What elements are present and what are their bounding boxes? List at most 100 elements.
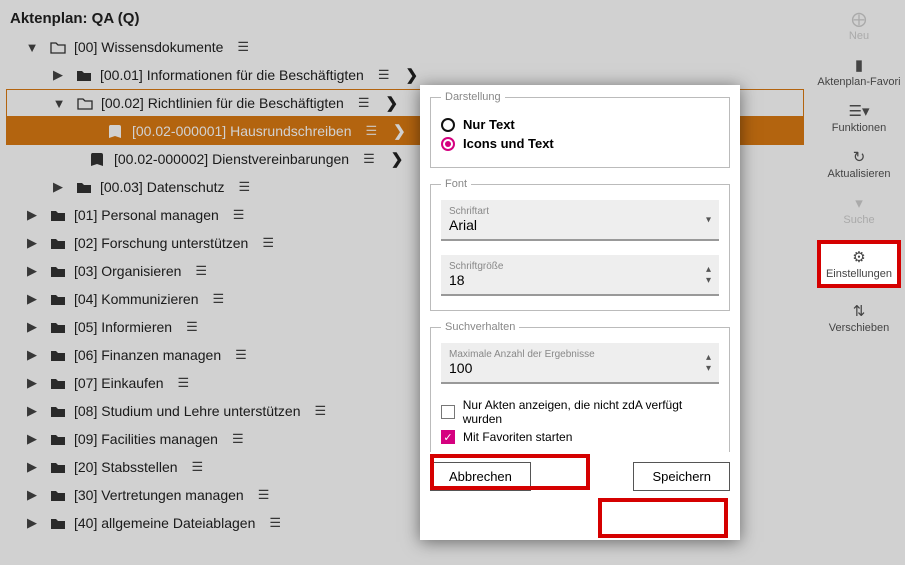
folder-icon bbox=[50, 265, 68, 278]
field-label: Maximale Anzahl der Ergebnisse bbox=[449, 349, 711, 360]
stepper-icon[interactable]: ▴▾ bbox=[706, 352, 711, 374]
field-label: Schriftgröße bbox=[449, 261, 711, 272]
action-aktualisieren[interactable]: ↻ Aktualisieren bbox=[828, 148, 891, 180]
arrow-right-icon[interactable]: ❯ bbox=[406, 66, 419, 84]
list-icon: ☰▾ bbox=[849, 102, 870, 120]
radio-label: Nur Text bbox=[463, 117, 515, 132]
tree-label: [01] Personal managen bbox=[74, 207, 219, 223]
folder-icon bbox=[76, 181, 94, 194]
schriftart-select[interactable]: Schriftart Arial ▾ bbox=[441, 200, 719, 241]
folder-outline-icon bbox=[77, 97, 95, 110]
hamburger-icon[interactable]: ☰ bbox=[363, 151, 375, 167]
settings-dialog: Darstellung Nur Text Icons und Text Font… bbox=[420, 85, 740, 540]
chevron-down-icon[interactable]: ▼ bbox=[47, 96, 71, 111]
save-button[interactable]: Speichern bbox=[633, 462, 730, 491]
hamburger-icon[interactable]: ☰ bbox=[378, 67, 390, 83]
folder-icon bbox=[50, 293, 68, 306]
tree-label: [00.03] Datenschutz bbox=[100, 179, 225, 195]
checkbox-label: Nur Akten anzeigen, die nicht zdA verfüg… bbox=[463, 398, 719, 426]
filter-icon: ▾ bbox=[855, 194, 863, 212]
chevron-right-icon[interactable]: ▶ bbox=[20, 207, 44, 223]
tree-label: [03] Organisieren bbox=[74, 263, 181, 279]
page-title: Aktenplan: QA (Q) bbox=[6, 8, 810, 33]
book-icon bbox=[90, 152, 108, 167]
chevron-right-icon[interactable]: ▶ bbox=[46, 67, 70, 83]
schriftgroesse-input[interactable]: Schriftgröße 18 ▴▾ bbox=[441, 255, 719, 296]
chevron-right-icon[interactable]: ▶ bbox=[20, 487, 44, 503]
hamburger-icon[interactable]: ☰ bbox=[239, 179, 251, 195]
max-ergebnisse-input[interactable]: Maximale Anzahl der Ergebnisse 100 ▴▾ bbox=[441, 343, 719, 384]
side-actions: ⨁ Neu ▮ Aktenplan-Favori ☰▾ Funktionen ↻… bbox=[813, 10, 905, 334]
action-neu[interactable]: ⨁ Neu bbox=[849, 10, 869, 42]
hamburger-icon[interactable]: ☰ bbox=[233, 207, 245, 223]
hamburger-icon[interactable]: ☰ bbox=[178, 375, 190, 391]
chevron-right-icon[interactable]: ▶ bbox=[20, 375, 44, 391]
field-label: Schriftart bbox=[449, 206, 711, 217]
chevron-right-icon[interactable]: ▶ bbox=[46, 179, 70, 195]
hamburger-icon[interactable]: ☰ bbox=[358, 95, 370, 111]
hamburger-icon[interactable]: ☰ bbox=[232, 431, 244, 447]
tree-label: [02] Forschung unterstützen bbox=[74, 235, 248, 251]
checkbox-icon: ✓ bbox=[441, 430, 455, 444]
hamburger-icon[interactable]: ☰ bbox=[314, 403, 326, 419]
chevron-right-icon[interactable]: ▶ bbox=[20, 263, 44, 279]
radio-icon bbox=[441, 118, 455, 132]
tree-label: [07] Einkaufen bbox=[74, 375, 164, 391]
action-label: Suche bbox=[843, 214, 874, 226]
plus-circle-icon: ⨁ bbox=[852, 10, 867, 28]
chevron-right-icon[interactable]: ▶ bbox=[20, 515, 44, 531]
tree-label: [05] Informieren bbox=[74, 319, 172, 335]
action-favoriten[interactable]: ▮ Aktenplan-Favori bbox=[817, 56, 900, 88]
chevron-right-icon[interactable]: ▶ bbox=[20, 319, 44, 335]
folder-outline-icon bbox=[50, 41, 68, 54]
action-verschieben[interactable]: ⇅ Verschieben bbox=[829, 302, 890, 334]
tree-label: [20] Stabsstellen bbox=[74, 459, 178, 475]
caret-down-icon: ▾ bbox=[706, 214, 711, 225]
chevron-down-icon[interactable]: ▼ bbox=[20, 40, 44, 55]
chevron-right-icon[interactable]: ▶ bbox=[20, 235, 44, 251]
hamburger-icon[interactable]: ☰ bbox=[258, 487, 270, 503]
hamburger-icon[interactable]: ☰ bbox=[213, 291, 225, 307]
arrow-right-icon[interactable]: ❯ bbox=[391, 150, 404, 168]
chevron-right-icon[interactable]: ▶ bbox=[20, 431, 44, 447]
field-value: 18 bbox=[449, 272, 711, 288]
folder-icon bbox=[50, 461, 68, 474]
radio-nur-text[interactable]: Nur Text bbox=[441, 117, 719, 132]
field-value: 100 bbox=[449, 360, 711, 376]
action-label: Funktionen bbox=[832, 122, 886, 134]
tree-label: [00.01] Informationen für die Beschäftig… bbox=[100, 67, 364, 83]
radio-icons-und-text[interactable]: Icons und Text bbox=[441, 136, 719, 151]
hamburger-icon[interactable]: ☰ bbox=[195, 263, 207, 279]
arrow-right-icon[interactable]: ❯ bbox=[385, 94, 398, 112]
chevron-right-icon[interactable]: ▶ bbox=[20, 347, 44, 363]
field-value: Arial bbox=[449, 217, 711, 233]
hamburger-icon[interactable]: ☰ bbox=[269, 515, 281, 531]
hamburger-icon[interactable]: ☰ bbox=[192, 459, 204, 475]
stepper-icon[interactable]: ▴▾ bbox=[706, 264, 711, 286]
gear-icon: ⚙ bbox=[852, 248, 865, 266]
hamburger-icon[interactable]: ☰ bbox=[262, 235, 274, 251]
hamburger-icon[interactable]: ☰ bbox=[366, 123, 378, 139]
action-funktionen[interactable]: ☰▾ Funktionen bbox=[832, 102, 886, 134]
hamburger-icon[interactable]: ☰ bbox=[235, 347, 247, 363]
tree-label: [04] Kommunizieren bbox=[74, 291, 199, 307]
arrow-right-icon[interactable]: ❯ bbox=[393, 122, 406, 140]
move-icon: ⇅ bbox=[853, 302, 866, 320]
checkbox-nur-akten[interactable]: Nur Akten anzeigen, die nicht zdA verfüg… bbox=[441, 398, 719, 426]
hamburger-icon[interactable]: ☰ bbox=[237, 39, 249, 55]
action-einstellungen[interactable]: ⚙ Einstellungen bbox=[817, 240, 901, 288]
action-suche[interactable]: ▾ Suche bbox=[843, 194, 874, 226]
tree-label: [08] Studium und Lehre unterstützen bbox=[74, 403, 300, 419]
checkbox-mit-favoriten[interactable]: ✓ Mit Favoriten starten bbox=[441, 430, 719, 444]
chevron-right-icon[interactable]: ▶ bbox=[20, 403, 44, 419]
cancel-button[interactable]: Abbrechen bbox=[430, 462, 531, 491]
folder-icon bbox=[50, 349, 68, 362]
chevron-right-icon[interactable]: ▶ bbox=[20, 459, 44, 475]
tree-row[interactable]: ▼ [00] Wissensdokumente ☰ bbox=[6, 33, 810, 61]
book-icon bbox=[108, 124, 126, 139]
legend: Suchverhalten bbox=[441, 321, 519, 333]
action-label: Aktenplan-Favori bbox=[817, 76, 900, 88]
hamburger-icon[interactable]: ☰ bbox=[186, 319, 198, 335]
chevron-right-icon[interactable]: ▶ bbox=[20, 291, 44, 307]
folder-icon bbox=[50, 405, 68, 418]
